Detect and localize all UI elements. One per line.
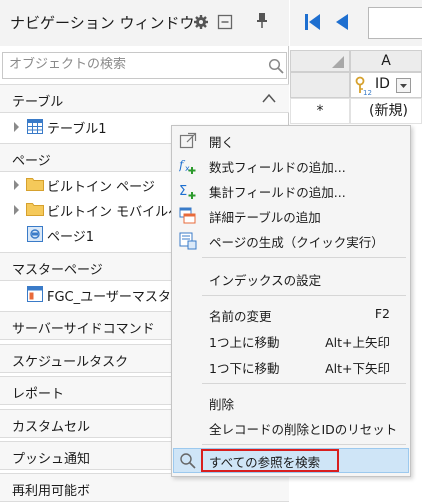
nav-header: ナビゲーション ウィンドウ	[0, 0, 289, 46]
section-table[interactable]: テーブル	[0, 84, 289, 113]
menu-separator	[202, 257, 406, 258]
table-toolbar	[290, 0, 422, 46]
section-label: カスタムセル	[12, 420, 91, 435]
menu-item-index-settings[interactable]: インデックスの設定	[172, 267, 410, 291]
section-label: ページ	[12, 154, 51, 169]
context-menu: 開く f x 数式フィールドの追加... Σ 集計フィールドの追加... 詳細テ…	[171, 125, 411, 477]
menu-item-open[interactable]: 開く	[172, 129, 410, 153]
menu-item-add-detail-table[interactable]: 詳細テーブルの追加	[172, 204, 410, 228]
nav-title: ナビゲーション ウィンドウ	[10, 14, 195, 32]
menu-item-delete[interactable]: 削除	[172, 391, 410, 415]
section-reusable[interactable]: 再利用可能ボ	[0, 473, 289, 502]
tree-item-label: テーブル1	[47, 122, 107, 137]
section-label: レポート	[12, 387, 65, 402]
search-icon[interactable]	[268, 58, 284, 74]
section-label: スケジュールタスク	[12, 355, 129, 370]
generate-page-icon	[179, 232, 197, 250]
folder-icon	[26, 203, 44, 216]
tree-item-label: FGC_ユーザーマスター	[47, 290, 184, 305]
svg-text:x: x	[185, 164, 190, 173]
section-label: プッシュ通知	[12, 452, 91, 467]
corner-triangle-icon	[332, 56, 344, 68]
select-all-corner[interactable]	[290, 50, 350, 72]
page-icon	[27, 226, 43, 242]
pin-icon[interactable]	[254, 12, 270, 28]
new-row-cell[interactable]: (新規)	[350, 98, 422, 124]
shortcut-label: Alt+下矢印	[325, 361, 390, 376]
folder-icon	[26, 178, 44, 191]
key-icon: 12	[355, 76, 372, 96]
chevron-up-icon[interactable]	[261, 92, 277, 104]
shortcut-label: Alt+上矢印	[325, 335, 390, 350]
menu-item-find-all-references[interactable]: すべての参照を検索	[173, 448, 409, 473]
id-field-header[interactable]: 12 ID	[350, 72, 422, 98]
section-label: テーブル	[12, 95, 64, 110]
tree-item-label: ページ1	[47, 230, 95, 245]
gear-icon[interactable]	[193, 14, 209, 30]
menu-item-rename[interactable]: 名前の変更 F2	[172, 303, 410, 327]
tree-item-label: ビルトイン ページ	[47, 180, 155, 195]
table-icon	[27, 119, 43, 134]
search-box[interactable]	[2, 52, 287, 79]
expand-arrow-icon[interactable]	[14, 205, 19, 215]
svg-text:Σ: Σ	[179, 184, 187, 199]
menu-separator	[202, 444, 406, 445]
menu-separator	[202, 383, 406, 384]
search-input[interactable]	[9, 57, 259, 72]
minimize-icon[interactable]	[217, 14, 233, 30]
dropdown-arrow-icon[interactable]	[396, 78, 411, 93]
id-header-label: ID	[375, 76, 390, 92]
detail-table-icon	[179, 207, 196, 224]
master-page-icon	[27, 286, 43, 302]
search-icon	[180, 453, 196, 469]
row-header[interactable]	[290, 72, 350, 98]
new-row-marker: *	[290, 98, 350, 124]
menu-separator	[202, 295, 406, 296]
column-header-a[interactable]: A	[350, 50, 422, 72]
previous-record-icon[interactable]	[334, 12, 350, 32]
menu-item-generate-page[interactable]: ページの生成（クイック実行）	[172, 229, 410, 253]
first-record-icon[interactable]	[304, 12, 322, 32]
menu-item-add-aggregate-field[interactable]: Σ 集計フィールドの追加...	[172, 179, 410, 203]
menu-item-move-up[interactable]: 1つ上に移動 Alt+上矢印	[172, 329, 410, 353]
menu-item-add-formula-field[interactable]: f x 数式フィールドの追加...	[172, 154, 410, 178]
record-number-input[interactable]	[368, 7, 422, 39]
section-label: サーバーサイドコマンド	[12, 322, 155, 337]
shortcut-label: F2	[374, 306, 390, 321]
expand-arrow-icon[interactable]	[14, 180, 19, 190]
section-label: マスターページ	[12, 263, 103, 278]
menu-item-move-down[interactable]: 1つ下に移動 Alt+下矢印	[172, 355, 410, 379]
expand-arrow-icon[interactable]	[14, 122, 19, 132]
menu-item-delete-all-reset-id[interactable]: 全レコードの削除とIDのリセット	[172, 416, 410, 440]
sigma-add-icon: Σ	[179, 184, 196, 199]
svg-text:12: 12	[363, 89, 372, 96]
open-external-icon	[179, 132, 197, 149]
formula-add-icon: f x	[179, 158, 196, 174]
